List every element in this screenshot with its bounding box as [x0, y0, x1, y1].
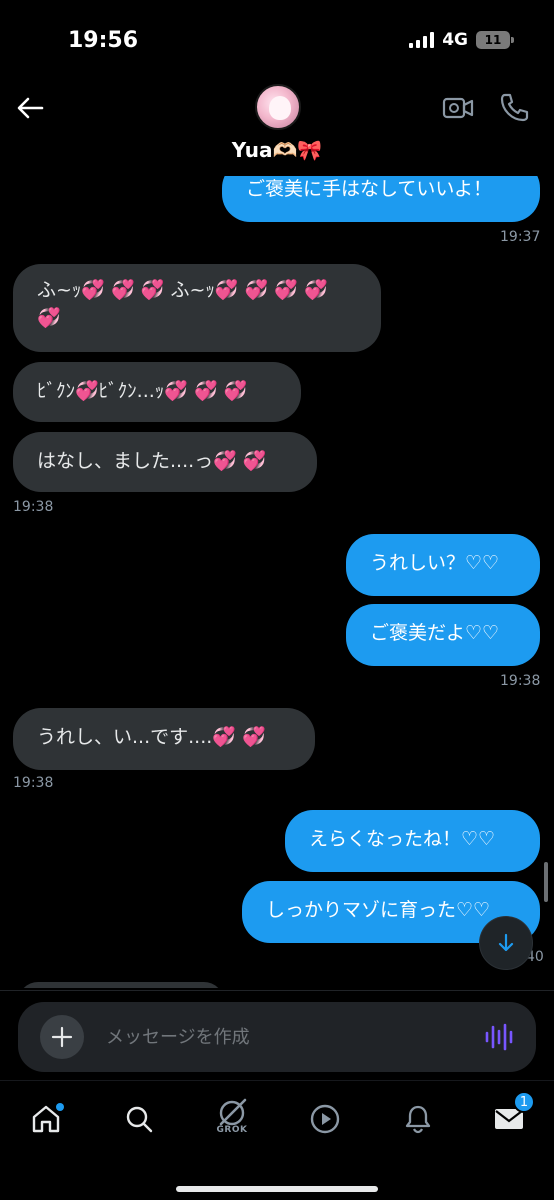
nav-messages[interactable]: 1	[489, 1091, 535, 1139]
phone-icon	[500, 93, 529, 122]
video-camera-icon	[442, 97, 474, 119]
message-bubble-incoming[interactable]: うれし、い...です....💞 💞	[13, 708, 315, 770]
divider	[0, 990, 554, 991]
back-button[interactable]	[12, 90, 48, 126]
arrow-down-icon	[498, 933, 514, 952]
message-list[interactable]: ご褒美に手はなしていいよ！ 19:37 ふ~ｯ💞 💞 💞 ふ~ｯ💞 💞 💞 💞 …	[0, 176, 554, 988]
battery-icon: 11	[476, 31, 514, 49]
message-text: うれし、い...です....💞 💞	[37, 726, 266, 748]
message-text: しっかりマゾに育った♡♡	[266, 899, 491, 921]
message-bubble-outgoing[interactable]: えらくなったね！♡♡	[285, 810, 540, 872]
message-timestamp: 19:38	[13, 775, 54, 791]
grok-icon	[219, 1098, 247, 1126]
message-text: うれしい？♡♡	[370, 552, 500, 574]
video-call-button[interactable]	[442, 94, 474, 122]
network-type: 4G	[442, 30, 468, 50]
nav-video[interactable]	[305, 1099, 345, 1139]
status-bar: 19:56 4G 11	[0, 0, 554, 80]
bottom-navigation: GROK 1	[0, 1080, 554, 1200]
voice-waveform-icon	[485, 1023, 513, 1051]
bell-icon	[405, 1105, 431, 1134]
notification-dot	[56, 1103, 64, 1111]
message-text: ふ~ｯ💞 💞 💞 ふ~ｯ💞 💞 💞 💞	[37, 279, 328, 301]
plus-icon	[51, 1026, 73, 1048]
play-circle-icon	[310, 1104, 340, 1134]
voice-call-button[interactable]	[498, 92, 530, 124]
message-bubble-incoming[interactable]: はなし、ました....っ💞 💞	[13, 432, 317, 492]
message-bubble-incoming[interactable]: ﾋﾞｸﾝ💞ﾋﾞｸﾝ...ｯ💞 💞 💞	[13, 362, 301, 422]
battery-level: 11	[484, 33, 502, 47]
message-text: はなし、ました....っ💞 💞	[37, 450, 267, 472]
nav-grok[interactable]: GROK	[212, 1093, 252, 1135]
search-icon	[126, 1106, 153, 1133]
message-text: えらくなったね！♡♡	[309, 828, 496, 850]
home-indicator[interactable]	[176, 1186, 378, 1192]
nav-notifications[interactable]	[398, 1099, 438, 1139]
contact-avatar[interactable]	[255, 84, 301, 130]
message-bubble-outgoing[interactable]: うれしい？♡♡	[346, 534, 540, 596]
add-media-button[interactable]	[40, 1015, 84, 1059]
status-indicators: 4G 11	[409, 30, 514, 50]
nav-search[interactable]	[119, 1099, 159, 1139]
message-text: 💞	[37, 307, 61, 329]
nav-home[interactable]	[26, 1099, 66, 1139]
message-bubble-outgoing[interactable]: ご褒美に手はなしていいよ！	[222, 176, 540, 222]
compose-bar	[18, 1002, 536, 1072]
message-bubble-incoming[interactable]: ふ~ｯ💞 💞 💞 ふ~ｯ💞 💞 💞 💞 💞	[13, 264, 381, 352]
cellular-signal-icon	[409, 32, 435, 48]
messages-badge: 1	[513, 1091, 535, 1113]
status-time: 19:56	[68, 28, 139, 53]
voice-message-button[interactable]	[484, 1021, 514, 1053]
conversation-header: Yua🫶🏻🎀	[0, 80, 554, 176]
message-timestamp: 19:38	[13, 499, 54, 515]
grok-label: GROK	[216, 1125, 248, 1135]
scroll-to-bottom-button[interactable]	[480, 917, 532, 969]
scrollbar[interactable]	[544, 862, 548, 902]
message-text: ご褒美に手はなしていいよ！	[246, 178, 493, 200]
message-input[interactable]	[106, 1022, 446, 1052]
message-bubble-incoming[interactable]	[18, 982, 224, 988]
message-bubble-outgoing[interactable]: ご褒美だよ♡♡	[346, 604, 540, 666]
message-text: ﾋﾞｸﾝ💞ﾋﾞｸﾝ...ｯ💞 💞 💞	[37, 380, 248, 402]
message-timestamp: 19:37	[500, 229, 541, 245]
arrow-left-icon	[17, 97, 44, 119]
message-timestamp: 19:38	[500, 673, 541, 689]
message-text: ご褒美だよ♡♡	[370, 622, 500, 644]
contact-name[interactable]: Yua🫶🏻🎀	[0, 138, 554, 162]
